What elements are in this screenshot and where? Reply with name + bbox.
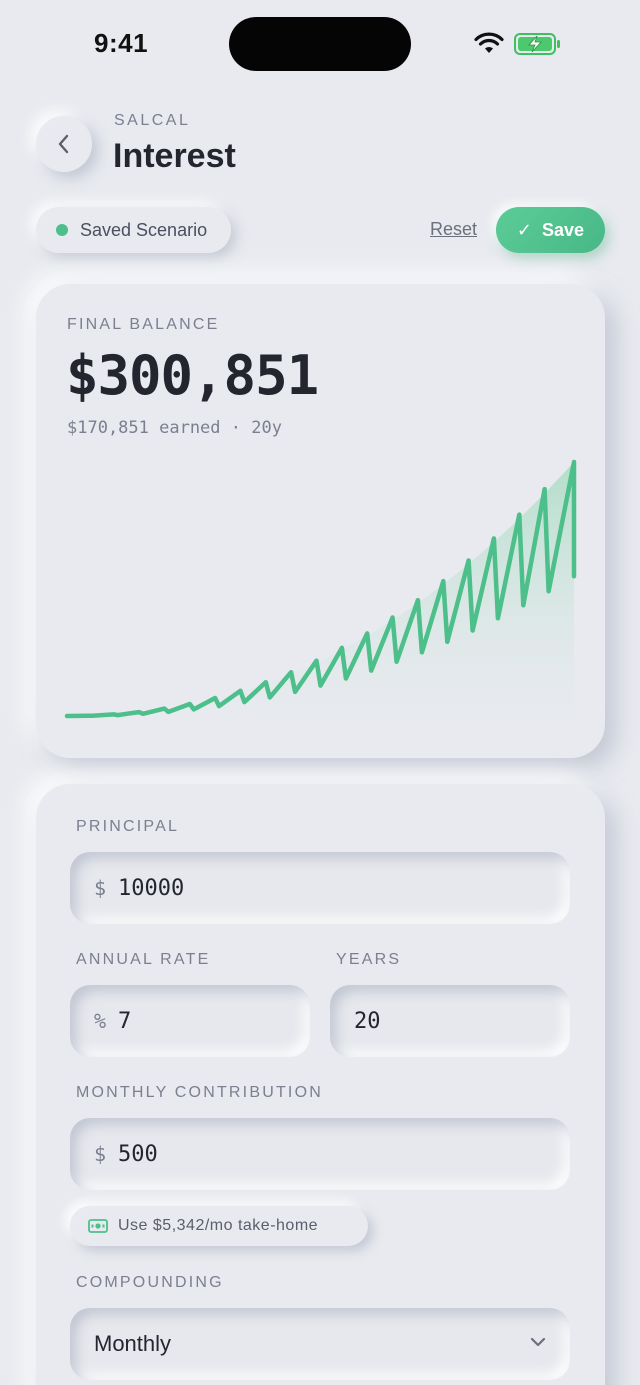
principal-value: 10000 [118, 875, 185, 901]
checkmark-icon: ✓ [516, 219, 533, 240]
use-takehome-button[interactable]: Use $5,342/mo take-home [70, 1206, 368, 1246]
scenario-label: Saved Scenario [80, 219, 208, 240]
status-bar: 9:41 [0, 0, 640, 90]
dollar-prefix: $ [94, 1142, 107, 1166]
saved-scenario-pill[interactable]: Saved Scenario [36, 207, 231, 253]
chevron-down-icon [530, 1337, 546, 1347]
principal-input[interactable]: $ 10000 [70, 852, 570, 924]
cash-icon [88, 1219, 108, 1233]
reset-button[interactable]: Reset [430, 219, 477, 240]
back-button[interactable] [36, 116, 92, 172]
dollar-prefix: $ [94, 876, 107, 900]
monthly-contribution-input[interactable]: $ 500 [70, 1118, 570, 1190]
principal-label: PRINCIPAL [76, 818, 180, 835]
percent-prefix: % [94, 1009, 107, 1033]
inputs-card: PRINCIPAL $ 10000 ANNUAL RATE % 7 YEARS … [36, 784, 605, 1385]
annual-rate-value: 7 [118, 1008, 132, 1034]
chevron-left-icon [58, 134, 69, 154]
years-input[interactable]: 20 [330, 985, 570, 1057]
annual-rate-input[interactable]: % 7 [70, 985, 310, 1057]
years-label: YEARS [336, 951, 402, 968]
status-time: 9:41 [94, 28, 149, 58]
compounding-select[interactable]: Monthly [70, 1308, 570, 1380]
save-label: Save [542, 219, 585, 240]
years-value: 20 [354, 1008, 381, 1034]
page-title: Interest [113, 137, 236, 175]
takehome-label: Use $5,342/mo take-home [118, 1217, 319, 1234]
dynamic-island [229, 17, 411, 71]
app-label: SALCAL [114, 112, 191, 129]
compounding-value: Monthly [94, 1331, 172, 1356]
monthly-contribution-value: 500 [118, 1141, 158, 1167]
balance-chart [64, 459, 577, 726]
monthly-contribution-label: MONTHLY CONTRIBUTION [76, 1084, 323, 1101]
compounding-label: COMPOUNDING [76, 1274, 224, 1291]
status-dot [56, 224, 68, 236]
balance-card: FINAL BALANCE $300,851 $170,851 earned ·… [36, 284, 605, 758]
annual-rate-label: ANNUAL RATE [76, 951, 211, 968]
wifi-icon [474, 32, 504, 53]
battery-charging-icon [514, 33, 560, 55]
save-button[interactable]: ✓ Save [496, 207, 605, 253]
